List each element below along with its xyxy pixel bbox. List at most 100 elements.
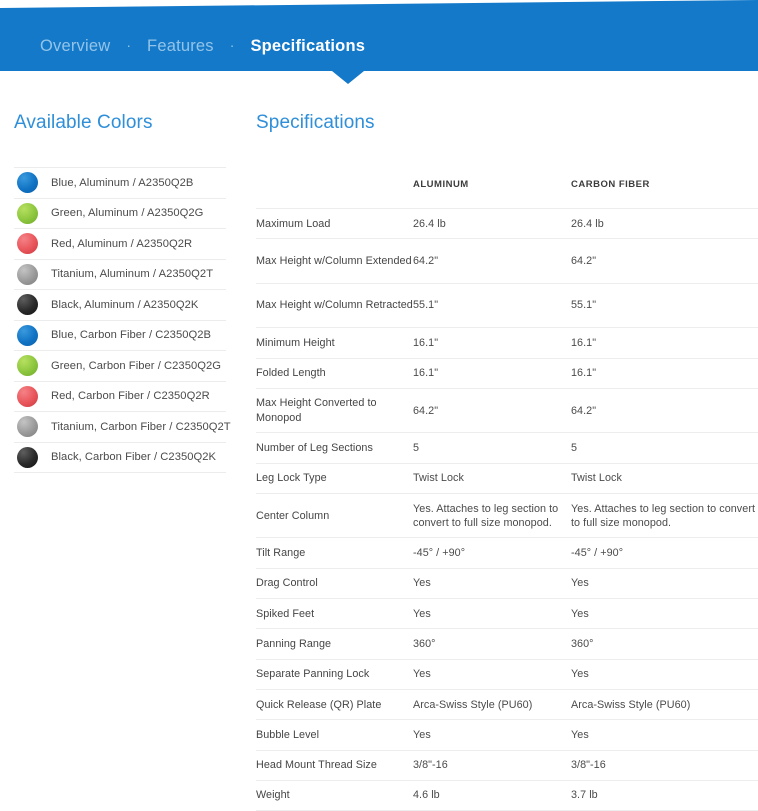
color-label: Green, Aluminum / A2350Q2G bbox=[51, 207, 204, 220]
spec-value-aluminum: Yes bbox=[413, 577, 431, 590]
color-label: Blue, Carbon Fiber / C2350Q2B bbox=[51, 329, 212, 342]
table-row: Max Height w/Column Retracted 55.1" 55.1… bbox=[256, 283, 758, 328]
list-item[interactable]: Green, Carbon Fiber / C2350Q2G bbox=[14, 351, 226, 382]
spec-label: Max Height Converted to Monopod bbox=[256, 397, 377, 424]
spec-value-aluminum: Twist Lock bbox=[413, 472, 464, 485]
spec-value-aluminum: Yes. Attaches to leg section to convert … bbox=[413, 502, 559, 529]
spec-value-aluminum: -45° / +90° bbox=[413, 547, 466, 560]
spec-value-carbon-fiber: Twist Lock bbox=[571, 472, 622, 485]
table-row: Max Height Converted to Monopod 64.2" 64… bbox=[256, 388, 758, 433]
list-item[interactable]: Red, Aluminum / A2350Q2R bbox=[14, 229, 226, 260]
nav-separator: · bbox=[126, 37, 132, 53]
spec-value-carbon-fiber: Arca-Swiss Style (PU60) bbox=[571, 698, 691, 711]
spec-label: Leg Lock Type bbox=[256, 472, 327, 485]
spec-label: Panning Range bbox=[256, 637, 332, 650]
spec-label: Spiked Feet bbox=[256, 607, 315, 620]
spec-label: Max Height w/Column Extended bbox=[256, 254, 412, 267]
table-row: Separate Panning Lock Yes Yes bbox=[256, 659, 758, 689]
green-swatch bbox=[17, 355, 38, 377]
spec-value-carbon-fiber: -45° / +90° bbox=[571, 547, 624, 560]
nav-tab-specifications[interactable]: Specifications bbox=[250, 37, 365, 56]
spec-label: Tilt Range bbox=[256, 547, 306, 560]
spec-label: Minimum Height bbox=[256, 336, 335, 349]
table-row: Drag Control Yes Yes bbox=[256, 568, 758, 598]
color-label: Green, Carbon Fiber / C2350Q2G bbox=[51, 359, 222, 372]
spec-value-aluminum: Yes bbox=[413, 668, 431, 681]
spec-value-carbon-fiber: Yes bbox=[571, 607, 589, 620]
spec-label: Number of Leg Sections bbox=[256, 441, 373, 454]
spec-value-carbon-fiber: 16.1" bbox=[571, 367, 597, 380]
spec-value-aluminum: 5 bbox=[413, 441, 420, 454]
table-row: Quick Release (QR) Plate Arca-Swiss Styl… bbox=[256, 689, 758, 719]
list-item[interactable]: Titanium, Carbon Fiber / C2350Q2T bbox=[14, 412, 231, 443]
spec-value-carbon-fiber: 3/8"-16 bbox=[571, 759, 606, 772]
spec-value-carbon-fiber: Yes bbox=[571, 668, 589, 681]
spec-value-aluminum: 16.1" bbox=[413, 367, 439, 380]
column-header-aluminum: ALUMINUM bbox=[413, 178, 469, 190]
nav-tab-overview[interactable]: Overview bbox=[40, 37, 110, 56]
list-item[interactable]: Green, Aluminum / A2350Q2G bbox=[14, 199, 226, 229]
spec-label: Quick Release (QR) Plate bbox=[256, 698, 382, 711]
spec-value-carbon-fiber: 64.2" bbox=[571, 254, 597, 267]
spec-value-carbon-fiber: 64.2" bbox=[571, 404, 597, 417]
table-row: Head Mount Thread Size 3/8"-16 3/8"-16 bbox=[256, 750, 758, 780]
table-body: Maximum Load 26.4 lb 26.4 lb Max Height … bbox=[256, 208, 758, 811]
table-row: Maximum Load 26.4 lb 26.4 lb bbox=[256, 208, 758, 239]
green-swatch bbox=[17, 202, 38, 224]
table-row: Leg Lock Type Twist Lock Twist Lock bbox=[256, 463, 758, 493]
table-row: Center Column Yes. Attaches to leg secti… bbox=[256, 493, 758, 538]
color-label: Black, Carbon Fiber / C2350Q2K bbox=[51, 451, 217, 464]
table-row: Number of Leg Sections 5 5 bbox=[256, 432, 758, 463]
column-header-carbon-fiber: CARBON FIBER bbox=[571, 178, 650, 190]
spec-value-aluminum: 4.6 lb bbox=[413, 789, 440, 802]
table-header: ALUMINUM CARBON FIBER bbox=[256, 166, 758, 209]
spec-value-carbon-fiber: 5 bbox=[571, 441, 578, 454]
list-item[interactable]: Black, Aluminum / A2350Q2K bbox=[14, 290, 226, 321]
table-header-row: ALUMINUM CARBON FIBER bbox=[256, 166, 758, 209]
spec-label: Weight bbox=[256, 789, 290, 802]
color-label: Titanium, Aluminum / A2350Q2T bbox=[51, 268, 214, 281]
list-item[interactable]: Red, Carbon Fiber / C2350Q2R bbox=[14, 382, 226, 412]
spec-value-carbon-fiber: 26.4 lb bbox=[571, 217, 604, 230]
table-row: Folded Length 16.1" 16.1" bbox=[256, 358, 758, 388]
spec-value-aluminum: 64.2" bbox=[413, 404, 439, 417]
page-content: Available Colors Blue, Aluminum / A2350Q… bbox=[0, 95, 758, 811]
spec-value-aluminum: 3/8"-16 bbox=[413, 759, 448, 772]
blue-swatch bbox=[17, 172, 38, 194]
nav-tab-features[interactable]: Features bbox=[147, 37, 214, 56]
list-item[interactable]: Titanium, Aluminum / A2350Q2T bbox=[14, 260, 226, 290]
list-item[interactable]: Blue, Carbon Fiber / C2350Q2B bbox=[14, 321, 226, 351]
spec-label: Max Height w/Column Retracted bbox=[256, 299, 413, 312]
table-row: Tilt Range -45° / +90° -45° / +90° bbox=[256, 537, 758, 568]
spec-label: Separate Panning Lock bbox=[256, 668, 370, 681]
spec-value-carbon-fiber: Yes. Attaches to leg section to convert … bbox=[571, 502, 756, 529]
color-label: Blue, Aluminum / A2350Q2B bbox=[51, 176, 194, 189]
list-item[interactable]: Blue, Aluminum / A2350Q2B bbox=[14, 168, 226, 199]
spec-value-aluminum: 16.1" bbox=[413, 336, 439, 349]
list-item[interactable]: Black, Carbon Fiber / C2350Q2K bbox=[14, 443, 226, 473]
spec-label: Bubble Level bbox=[256, 728, 320, 741]
spec-value-carbon-fiber: 360° bbox=[571, 637, 594, 650]
spec-label: Head Mount Thread Size bbox=[256, 759, 377, 772]
spec-label: Center Column bbox=[256, 509, 330, 522]
specifications-panel: Specifications ALUMINUM CARBON FIBER Max… bbox=[240, 95, 758, 811]
table-row: Max Height w/Column Extended 64.2" 64.2" bbox=[256, 238, 758, 284]
spec-value-carbon-fiber: Yes bbox=[571, 728, 589, 741]
spec-label: Maximum Load bbox=[256, 217, 331, 230]
table-row: Bubble Level Yes Yes bbox=[256, 719, 758, 750]
table-row: Spiked Feet Yes Yes bbox=[256, 598, 758, 629]
spec-value-aluminum: 64.2" bbox=[413, 254, 439, 267]
table-row: Minimum Height 16.1" 16.1" bbox=[256, 327, 758, 358]
nav-items: Overview · Features · Specifications bbox=[40, 32, 365, 60]
color-label: Titanium, Carbon Fiber / C2350Q2T bbox=[51, 420, 231, 433]
spec-value-aluminum: 55.1" bbox=[413, 299, 439, 312]
color-list: Blue, Aluminum / A2350Q2B Green, Aluminu… bbox=[14, 167, 231, 473]
color-label: Red, Aluminum / A2350Q2R bbox=[51, 237, 193, 250]
specifications-title: Specifications bbox=[256, 112, 375, 133]
spec-value-carbon-fiber: 16.1" bbox=[571, 336, 597, 349]
spec-label: Folded Length bbox=[256, 367, 326, 380]
titanium-swatch bbox=[17, 263, 38, 285]
available-colors-panel: Available Colors Blue, Aluminum / A2350Q… bbox=[0, 95, 240, 473]
red-swatch bbox=[17, 233, 38, 255]
table-row: Weight 4.6 lb 3.7 lb bbox=[256, 780, 758, 811]
